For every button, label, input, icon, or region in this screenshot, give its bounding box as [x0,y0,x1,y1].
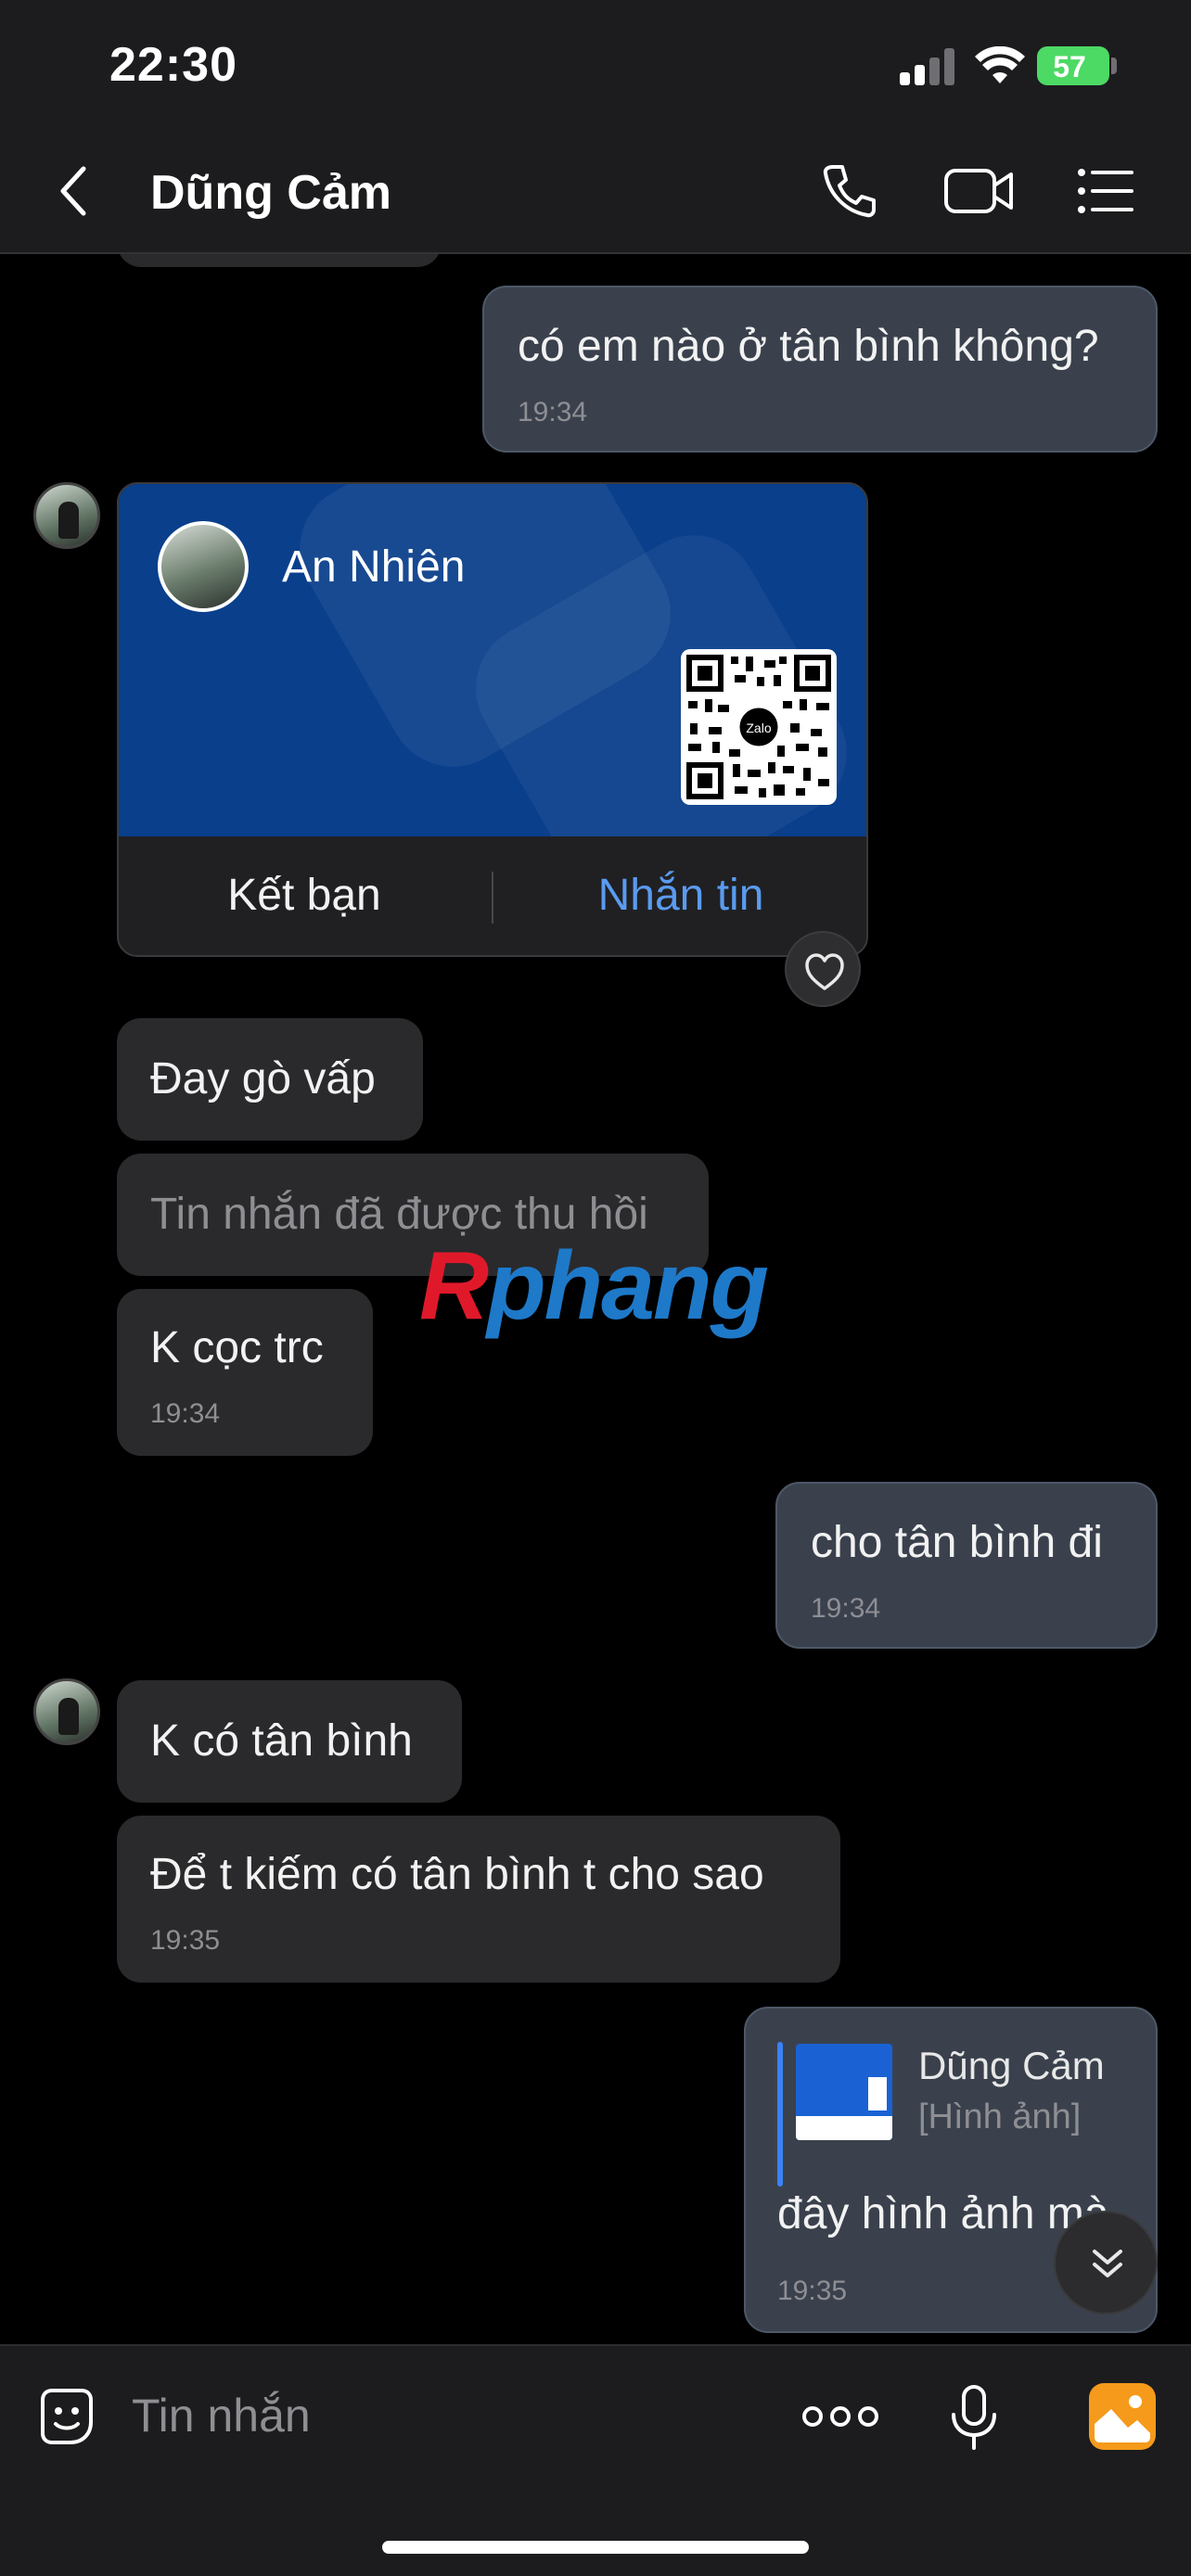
message-text: Để t kiếm có tân bình t cho sao [150,1850,764,1899]
menu-icon[interactable] [1076,161,1135,221]
gallery-icon[interactable] [1087,2381,1158,2452]
chat-title[interactable]: Dũng Cảm [150,165,391,221]
react-heart-button[interactable] [785,931,861,1007]
reply-sender-name: Dũng Cảm [918,2044,1105,2087]
battery-icon: 57 [1037,46,1109,85]
status-time: 22:30 [109,38,237,92]
video-call-icon[interactable] [942,161,1017,221]
reply-indicator [777,2042,783,2187]
qr-brand-label: Zalo [746,721,771,735]
wifi-icon [975,46,1025,83]
contact-card-actions: Kết bạn Nhắn tin [119,836,866,955]
sender-avatar[interactable] [33,482,100,549]
back-icon[interactable] [54,163,91,219]
message-text: K có tân bình [150,1716,413,1766]
incoming-message[interactable]: Đay gò vấp [117,1018,423,1141]
add-friend-button[interactable]: Kết bạn [119,836,490,955]
incoming-message[interactable]: Để t kiếm có tân bình t cho sao 19:35 [117,1816,840,1983]
battery-cap [1111,57,1117,74]
message-text: Đay gò vấp [150,1054,376,1103]
more-icon[interactable] [801,2398,879,2435]
message-time: 19:35 [150,1925,221,1956]
status-bar: 22:30 57 [0,0,1191,130]
heart-icon [805,953,844,990]
reply-content-type: [Hình ảnh] [918,2098,1082,2136]
message-time: 19:35 [777,2276,848,2306]
sticker-icon[interactable] [33,2383,100,2450]
qr-code-icon[interactable]: Zalo [681,649,837,805]
incoming-message[interactable]: K có tân bình [117,1680,462,1803]
microphone-icon[interactable] [948,2383,1000,2452]
message-text: có em nào ở tân bình không? [518,322,1099,371]
contact-card[interactable]: An Nhiên Zalo Kết bạn Nhắn tin [117,482,868,957]
divider [492,872,493,924]
cellular-signal-icon [900,48,957,85]
message-time: 19:34 [811,1593,881,1624]
message-time: 19:34 [518,397,588,427]
sender-avatar[interactable] [33,1678,100,1745]
home-indicator[interactable] [382,2541,809,2554]
watermark-logo: Rphang [419,1232,769,1340]
battery-level: 57 [1053,50,1086,83]
reply-thumbnail[interactable] [796,2044,892,2140]
contact-name: An Nhiên [282,542,466,592]
scroll-to-bottom-button[interactable] [1054,2211,1158,2315]
incoming-message[interactable]: K cọc trc 19:34 [117,1289,373,1456]
double-chevron-down-icon [1093,2250,1122,2277]
message-input[interactable]: Tin nhắn [132,2389,311,2442]
chat-header: Dũng Cảm [0,130,1191,254]
message-time: 19:34 [150,1398,221,1429]
message-text: K cọc trc [150,1323,324,1372]
outgoing-message[interactable]: cho tân bình đi 19:34 [775,1482,1158,1649]
input-bar: Tin nhắn [0,2344,1191,2576]
contact-avatar [158,521,249,612]
phone-icon[interactable] [820,161,879,221]
outgoing-message[interactable]: có em nào ở tân bình không? 19:34 [482,286,1158,453]
contact-card-banner: An Nhiên Zalo [119,484,866,836]
previous-message-bubble[interactable] [117,254,442,267]
message-text: cho tân bình đi [811,1518,1103,1567]
